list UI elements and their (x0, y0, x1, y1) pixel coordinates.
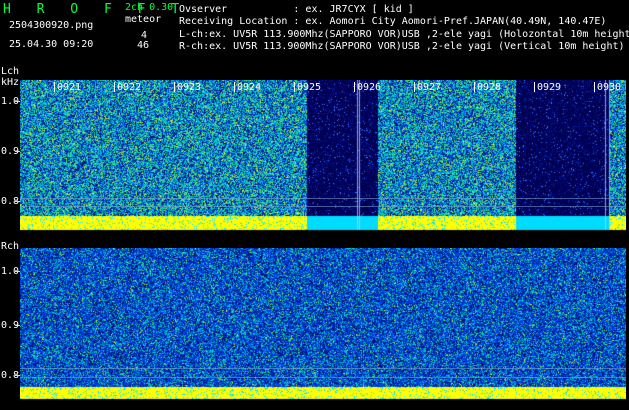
lch-time-mark (174, 82, 175, 92)
lch-time-mark (294, 82, 295, 92)
lch-time-label: 0922 (117, 82, 142, 93)
lch-tick-2 (15, 151, 20, 152)
lch-unit: kHz (1, 77, 20, 88)
lch-time-mark (54, 82, 55, 92)
filename-label: 2504300920.png (9, 20, 94, 31)
lch-label: Lch (1, 66, 20, 77)
lch-time-mark (474, 82, 475, 92)
meteor-label: meteor (125, 14, 162, 25)
lch-time-mark (594, 82, 595, 92)
location-line: Receiving Location : ex. Aomori City Aom… (179, 16, 607, 27)
lch-time-mark (234, 82, 235, 92)
lch-time-label: 0925 (297, 82, 322, 93)
rch-tick-3 (15, 375, 20, 376)
rch-tick-2 (15, 325, 20, 326)
rch-description: R-ch:ex. UV5R 113.900Mhz(SAPPORO VOR)USB… (179, 41, 625, 52)
lch-canvas (20, 80, 626, 232)
lch-time-label: 0926 (357, 82, 382, 93)
lch-time-mark (414, 82, 415, 92)
lch-time-label: 0921 (57, 82, 82, 93)
mode-label: 2ch 0.30 (125, 2, 174, 13)
lch-time-label: 0924 (237, 82, 262, 93)
lch-time-mark (114, 82, 115, 92)
lch-time-label: 0930 (597, 82, 622, 93)
lch-time-mark (534, 82, 535, 92)
lch-tick-3 (15, 201, 20, 202)
rch-ref-line-upper (20, 368, 626, 369)
rch-tick-1 (15, 271, 20, 272)
lch-time-label: 0927 (417, 82, 442, 93)
lch-tick-1 (15, 101, 20, 102)
lch-ref-line-upper (20, 198, 626, 199)
observer-line: Ovserver : ex. JR7CYX [ kid ] (179, 4, 414, 15)
lch-time-label: 0928 (477, 82, 502, 93)
rch-meteor-count: 46 (137, 40, 150, 51)
lch-ref-line-lower (20, 206, 626, 207)
lch-time-mark (354, 82, 355, 92)
lch-time-label: 0929 (537, 82, 562, 93)
rch-ref-line-lower (20, 377, 626, 378)
lch-spectrogram (20, 80, 626, 232)
lch-time-label: 0923 (177, 82, 202, 93)
datetime-label: 25.04.30 09:20 (9, 39, 94, 50)
rch-label: Rch (1, 241, 20, 252)
lch-description: L-ch:ex. UV5R 113.900Mhz(SAPPORO VOR)USB… (179, 29, 629, 40)
